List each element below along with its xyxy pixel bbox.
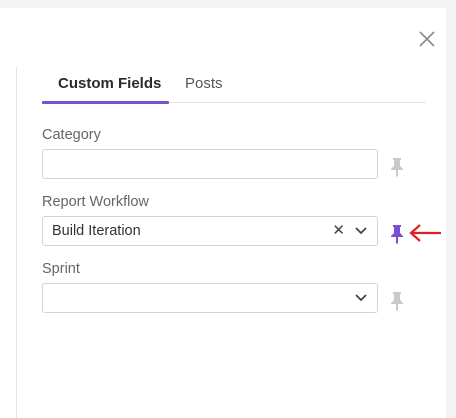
chevron-down-icon[interactable] xyxy=(355,226,367,236)
sprint-select[interactable] xyxy=(42,283,378,313)
report-workflow-value: Build Iteration xyxy=(52,223,141,239)
tab-custom-fields[interactable]: Custom Fields xyxy=(58,75,161,92)
clear-x-icon[interactable]: ✕ xyxy=(332,223,345,239)
red-arrow-icon xyxy=(409,224,441,242)
sprint-label: Sprint xyxy=(42,261,80,277)
report-workflow-label: Report Workflow xyxy=(42,194,149,210)
pin-icon[interactable] xyxy=(389,157,405,177)
pin-icon[interactable] xyxy=(389,291,405,311)
tab-posts[interactable]: Posts xyxy=(185,75,223,92)
chevron-down-icon[interactable] xyxy=(355,293,367,303)
tab-bar: Custom Fields Posts xyxy=(42,68,426,104)
report-workflow-select[interactable]: Build Iteration ✕ xyxy=(42,216,378,246)
category-label: Category xyxy=(42,127,101,143)
pin-icon[interactable] xyxy=(389,224,405,244)
category-field[interactable] xyxy=(42,149,378,179)
divider xyxy=(16,67,17,418)
close-icon[interactable] xyxy=(417,29,437,49)
active-tab-indicator xyxy=(42,101,169,104)
